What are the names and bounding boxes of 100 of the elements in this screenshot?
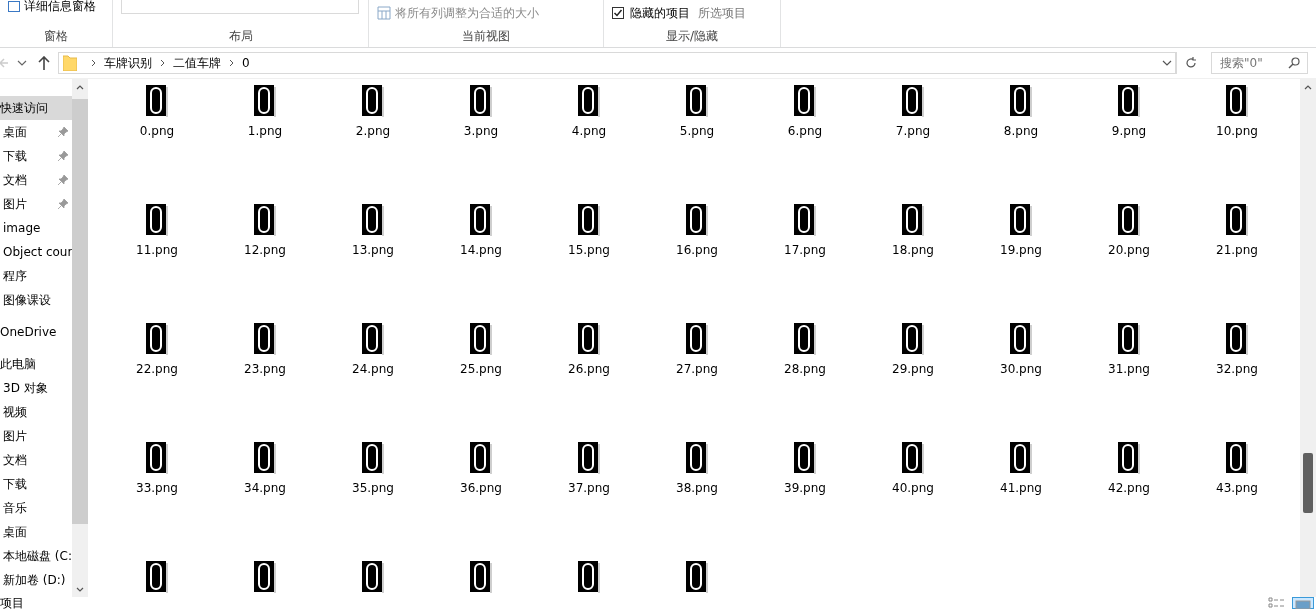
file-item[interactable]: 33.png (103, 442, 211, 496)
file-item[interactable]: 15.png (535, 204, 643, 258)
file-thumbnail (686, 323, 708, 355)
file-item[interactable]: 9.png (1075, 85, 1183, 139)
file-item[interactable]: 23.png (211, 323, 319, 377)
file-item[interactable]: 2.png (319, 85, 427, 139)
fit-columns-button[interactable]: 将所有列调整为合适的大小 (377, 4, 539, 22)
caret-icon (1161, 60, 1172, 66)
sidebar-item[interactable]: 图片 (0, 424, 72, 448)
file-name: 27.png (676, 362, 718, 376)
file-name: 11.png (136, 243, 178, 257)
file-thumbnail (578, 85, 600, 117)
file-item[interactable]: 18.png (859, 204, 967, 258)
file-item[interactable]: 34.png (211, 442, 319, 496)
file-item[interactable]: 31.png (1075, 323, 1183, 377)
pane-icon (8, 0, 20, 12)
file-name: 18.png (892, 243, 934, 257)
scroll-thumb[interactable] (72, 99, 88, 524)
ribbon-group-label: 布局 (227, 27, 254, 45)
sidebar-item[interactable]: 快速访问 (0, 96, 72, 120)
file-thumbnail (794, 323, 816, 355)
sidebar-item[interactable]: OneDrive (0, 320, 72, 344)
file-name: 8.png (1003, 124, 1039, 138)
scroll-up-icon[interactable] (76, 84, 84, 90)
sidebar-item[interactable]: 下载 (0, 144, 72, 168)
checkbox[interactable] (612, 7, 624, 19)
sidebar-item[interactable]: Object cour (0, 240, 72, 264)
file-item[interactable]: 42.png (1075, 442, 1183, 496)
scroll-down-icon[interactable] (76, 586, 84, 592)
file-thumbnail (686, 561, 708, 593)
sidebar-item[interactable]: 视频 (0, 400, 72, 424)
file-item[interactable]: 12.png (211, 204, 319, 258)
sidebar-item[interactable]: 程序 (0, 264, 72, 288)
file-item[interactable]: 36.png (427, 442, 535, 496)
file-item[interactable]: 43.png (1183, 442, 1291, 496)
file-item[interactable]: 30.png (967, 323, 1075, 377)
file-item[interactable]: 20.png (1075, 204, 1183, 258)
sidebar-item[interactable]: 此电脑 (0, 352, 72, 376)
scroll-up-icon[interactable] (1304, 84, 1312, 90)
sidebar-item[interactable]: 桌面 (0, 520, 72, 544)
file-item[interactable]: 28.png (751, 323, 859, 377)
sidebar-scrollbar[interactable] (72, 79, 88, 597)
file-item[interactable]: 40.png (859, 442, 967, 496)
file-item[interactable]: 22.png (103, 323, 211, 377)
sidebar-item[interactable]: 图片 (0, 192, 72, 216)
sidebar-item[interactable]: image (0, 216, 72, 240)
sidebar-item[interactable]: 文档 (0, 448, 72, 472)
address-bar[interactable]: 车牌识别 二值车牌 0 (58, 52, 1177, 74)
chevron-icon (91, 57, 96, 69)
file-item[interactable]: 21.png (1183, 204, 1291, 258)
file-item[interactable]: 14.png (427, 204, 535, 258)
sidebar-item[interactable]: 本地磁盘 (C: (0, 544, 72, 568)
file-item[interactable]: 3.png (427, 85, 535, 139)
breadcrumb[interactable]: 车牌识别 (104, 54, 152, 72)
sidebar-item[interactable]: 3D 对象 (0, 376, 72, 400)
breadcrumb[interactable]: 二值车牌 (173, 54, 221, 72)
file-item[interactable]: 1.png (211, 85, 319, 139)
file-item[interactable]: 13.png (319, 204, 427, 258)
file-item[interactable]: 27.png (643, 323, 751, 377)
sidebar-item[interactable]: 图像课设 (0, 288, 72, 312)
file-item[interactable]: 8.png (967, 85, 1075, 139)
sidebar-item[interactable]: 桌面 (0, 120, 72, 144)
sidebar-item[interactable]: 文档 (0, 168, 72, 192)
file-item[interactable]: 29.png (859, 323, 967, 377)
file-item[interactable]: 41.png (967, 442, 1075, 496)
refresh-button[interactable] (1183, 55, 1199, 71)
file-item[interactable]: 26.png (535, 323, 643, 377)
file-item[interactable]: 6.png (751, 85, 859, 139)
thumbnails-view-button[interactable] (1292, 597, 1314, 609)
file-thumbnail (362, 561, 384, 593)
file-item[interactable]: 35.png (319, 442, 427, 496)
sidebar-item[interactable]: 下载 (0, 472, 72, 496)
selected-items-button[interactable]: 所选项目 (698, 4, 746, 22)
file-item[interactable]: 17.png (751, 204, 859, 258)
file-name: 28.png (784, 362, 826, 376)
sidebar-item[interactable]: 新加卷 (D:) (0, 568, 72, 592)
file-item[interactable]: 38.png (643, 442, 751, 496)
file-item[interactable]: 39.png (751, 442, 859, 496)
file-item[interactable]: 7.png (859, 85, 967, 139)
file-item[interactable]: 32.png (1183, 323, 1291, 377)
file-item[interactable]: 37.png (535, 442, 643, 496)
file-item[interactable]: 19.png (967, 204, 1075, 258)
hidden-items-checkbox[interactable]: 隐藏的项目 (612, 4, 690, 22)
breadcrumb[interactable]: 0 (242, 56, 250, 70)
details-pane-button[interactable]: 详细信息窗格 (8, 0, 96, 15)
search-field[interactable]: 搜索"0" (1211, 52, 1308, 74)
file-item[interactable]: 24.png (319, 323, 427, 377)
pin-icon (58, 151, 68, 161)
sidebar-item[interactable]: 音乐 (0, 496, 72, 520)
file-item[interactable]: 25.png (427, 323, 535, 377)
file-item[interactable]: 11.png (103, 204, 211, 258)
file-item[interactable]: 16.png (643, 204, 751, 258)
scroll-thumb[interactable] (1303, 453, 1313, 513)
file-item[interactable]: 4.png (535, 85, 643, 139)
file-item[interactable]: 5.png (643, 85, 751, 139)
file-thumbnail (1226, 85, 1248, 117)
file-item[interactable]: 0.png (103, 85, 211, 139)
up-button[interactable] (36, 55, 52, 71)
file-item[interactable]: 10.png (1183, 85, 1291, 139)
content-scrollbar[interactable] (1300, 79, 1316, 597)
